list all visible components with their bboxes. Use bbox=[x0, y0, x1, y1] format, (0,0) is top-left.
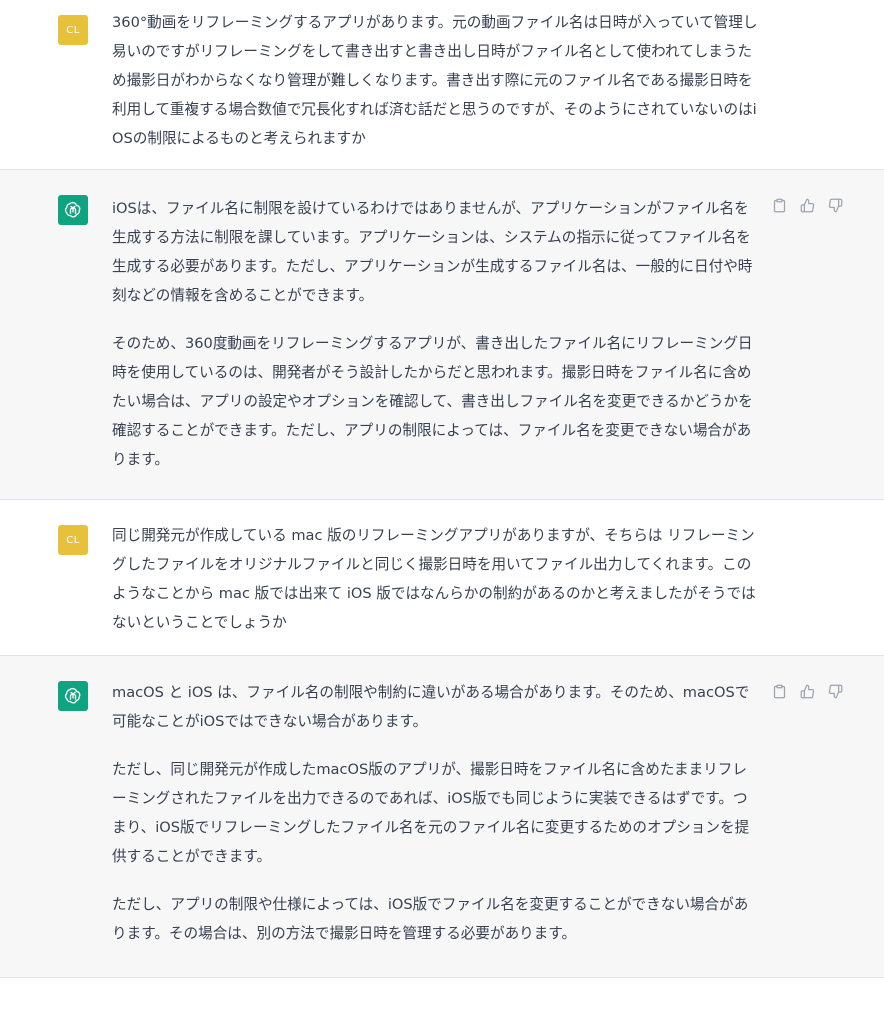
assistant-message: macOS と iOS は、ファイル名の制限や制約に違いがある場合があります。そ… bbox=[0, 656, 884, 978]
clipboard-icon bbox=[773, 198, 785, 212]
message-body bbox=[112, 170, 760, 194]
user-avatar-initials: CL bbox=[66, 534, 80, 546]
like-button[interactable] bbox=[798, 196, 816, 214]
message-paragraph: 同じ開発元が作成している mac 版のリフレーミングアプリがありますが、そちらは… bbox=[112, 527, 756, 631]
message-body: 360°動画をリフレーミングするアプリがあります。元の動画ファイル名は日時が入っ… bbox=[112, 8, 760, 153]
clipboard-icon bbox=[773, 684, 785, 698]
message-paragraph: iOSは、ファイル名に制限を設けているわけではありませんが、アプリケーションがフ… bbox=[112, 200, 753, 304]
user-avatar: CL bbox=[58, 525, 88, 555]
message-body: 同じ開発元が作成している mac 版のリフレーミングアプリがありますが、そちらは… bbox=[112, 521, 760, 637]
assistant-avatar bbox=[58, 681, 88, 711]
message-paragraph: 360°動画をリフレーミングするアプリがあります。元の動画ファイル名は日時が入っ… bbox=[112, 14, 758, 147]
copy-button[interactable] bbox=[770, 682, 788, 700]
dislike-button[interactable] bbox=[826, 196, 844, 214]
message-content: macOS と iOS は、ファイル名の制限や制約に違いがある場合があります。そ… bbox=[112, 678, 760, 948]
openai-logo-icon bbox=[64, 687, 81, 704]
thumbs-up-icon bbox=[800, 198, 814, 212]
message-paragraph: ただし、アプリの制限や仕様によっては、iOS版でファイル名を変更することができな… bbox=[112, 896, 749, 942]
message-paragraph: macOS と iOS は、ファイル名の制限や制約に違いがある場合があります。そ… bbox=[112, 684, 750, 730]
thumbs-down-icon bbox=[828, 684, 842, 698]
user-message: CL 同じ開発元が作成している mac 版のリフレーミングアプリがありますが、そ… bbox=[0, 500, 884, 656]
message-actions bbox=[770, 196, 844, 214]
assistant-message: iOSは、ファイル名に制限を設けているわけではありませんが、アプリケーションがフ… bbox=[0, 170, 884, 500]
message-actions bbox=[770, 682, 844, 700]
assistant-avatar bbox=[58, 195, 88, 225]
copy-button[interactable] bbox=[770, 196, 788, 214]
user-avatar-initials: CL bbox=[66, 24, 80, 36]
like-button[interactable] bbox=[798, 682, 816, 700]
message-content: iOSは、ファイル名に制限を設けているわけではありませんが、アプリケーションがフ… bbox=[112, 194, 760, 474]
openai-logo-icon bbox=[64, 201, 81, 218]
message-paragraph: そのため、360度動画をリフレーミングするアプリが、書き出したファイル名にリフレ… bbox=[112, 335, 753, 468]
dislike-button[interactable] bbox=[826, 682, 844, 700]
user-avatar: CL bbox=[58, 15, 88, 45]
thumbs-up-icon bbox=[800, 684, 814, 698]
thumbs-down-icon bbox=[828, 198, 842, 212]
message-paragraph: ただし、同じ開発元が作成したmacOS版のアプリが、撮影日時をファイル名に含めた… bbox=[112, 761, 750, 865]
user-message: CL 360°動画をリフレーミングするアプリがあります。元の動画ファイル名は日時… bbox=[0, 0, 884, 170]
